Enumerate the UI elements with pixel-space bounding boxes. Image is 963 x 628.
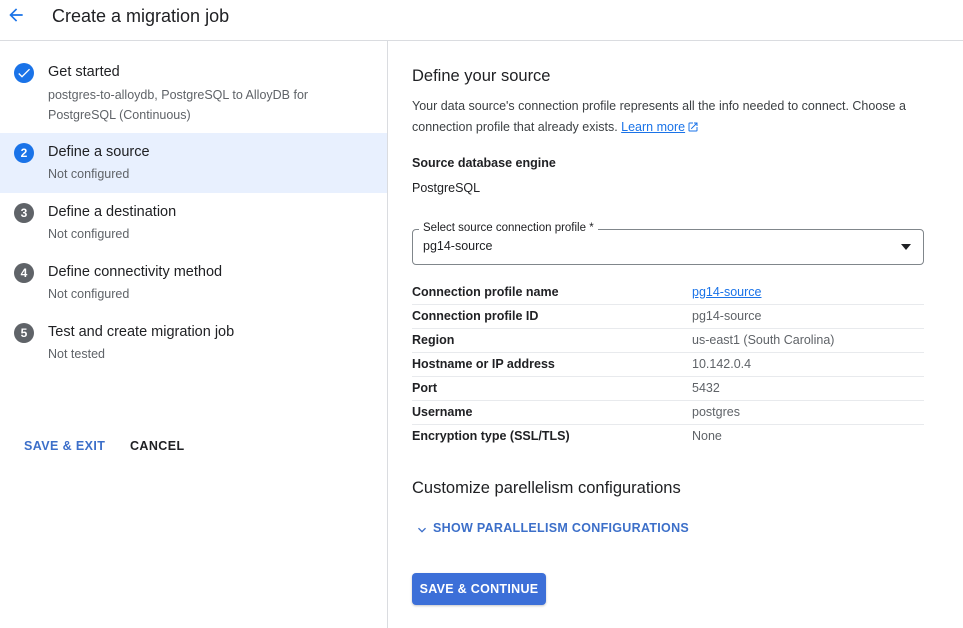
detail-value: 5432 — [692, 381, 720, 395]
step-number-badge: 5 — [14, 323, 34, 343]
chevron-down-icon — [418, 527, 426, 533]
detail-key: Port — [412, 381, 437, 395]
profile-name-link[interactable]: pg14-source — [692, 285, 762, 299]
detail-value: 10.142.0.4 — [692, 357, 752, 371]
step-title: Get started — [48, 64, 120, 80]
detail-value: us-east1 (South Carolina) — [692, 333, 835, 347]
step-subtitle: Not tested — [48, 347, 105, 361]
profile-details-table: Connection profile name pg14-source Conn… — [412, 281, 924, 449]
select-label: Select source connection profile * — [419, 222, 598, 234]
arrow-back-icon — [9, 8, 23, 22]
detail-key: Connection profile name — [412, 285, 559, 299]
show-parallelism-label: SHOW PARALLELISM CONFIGURATIONS — [433, 521, 690, 535]
step-subtitle: postgres-to-alloydb, PostgreSQL to Alloy… — [48, 88, 309, 122]
detail-value: pg14-source — [692, 309, 762, 323]
detail-key: Region — [412, 333, 455, 347]
cancel-button[interactable]: CANCEL — [130, 439, 184, 453]
engine-value: PostgreSQL — [412, 181, 481, 195]
step-title: Test and create migration job — [48, 324, 235, 340]
check-icon — [18, 68, 30, 78]
step-test-create[interactable]: 5 Test and create migration job Not test… — [0, 313, 387, 373]
step-title: Define a destination — [48, 204, 177, 220]
step-define-source[interactable]: 2 Define a source Not configured — [0, 133, 387, 193]
step-get-started[interactable]: Get started postgres-to-alloydb, Postgre… — [0, 53, 387, 133]
page-title: Create a migration job — [52, 6, 230, 26]
step-define-destination[interactable]: 3 Define a destination Not configured — [0, 193, 387, 253]
step-number-badge: 4 — [14, 263, 34, 283]
step-subtitle: Not configured — [48, 287, 130, 301]
detail-key: Hostname or IP address — [412, 357, 555, 371]
source-profile-select[interactable]: Select source connection profile * pg14-… — [412, 222, 924, 265]
table-row: Encryption type (SSL/TLS) None — [412, 425, 924, 449]
section-description: Your data source's connection profile re… — [412, 96, 932, 138]
step-title: Define a source — [48, 144, 150, 160]
table-row: Region us-east1 (South Carolina) — [412, 329, 924, 353]
table-row: Username postgres — [412, 401, 924, 425]
table-row: Hostname or IP address 10.142.0.4 — [412, 353, 924, 377]
back-button[interactable] — [4, 4, 30, 28]
save-exit-button[interactable]: SAVE & EXIT — [24, 439, 105, 453]
stepper: Get started postgres-to-alloydb, Postgre… — [0, 41, 388, 628]
engine-label: Source database engine — [412, 156, 556, 170]
detail-value: postgres — [692, 405, 740, 419]
section-title: Define your source — [412, 67, 551, 85]
external-link-icon — [688, 122, 698, 132]
table-row: Connection profile ID pg14-source — [412, 305, 924, 329]
detail-value: None — [692, 429, 722, 443]
learn-more-text: Learn more — [621, 120, 686, 134]
step-define-connectivity[interactable]: 4 Define connectivity method Not configu… — [0, 253, 387, 313]
detail-key: Encryption type (SSL/TLS) — [412, 429, 570, 443]
table-row: Connection profile name pg14-source — [412, 281, 924, 305]
step-number-badge: 2 — [14, 143, 34, 163]
dropdown-arrow-icon — [901, 244, 911, 250]
table-row: Port 5432 — [412, 377, 924, 401]
parallelism-title: Customize parellelism configurations — [412, 479, 681, 497]
detail-key: Username — [412, 405, 473, 419]
step-subtitle: Not configured — [48, 227, 130, 241]
step-done-badge — [14, 63, 34, 83]
learn-more-link[interactable]: Learn more — [621, 120, 699, 134]
save-continue-button[interactable]: SAVE & CONTINUE — [412, 573, 546, 605]
step-subtitle: Not configured — [48, 167, 130, 181]
select-value: pg14-source — [423, 239, 493, 253]
step-number-badge: 3 — [14, 203, 34, 223]
detail-key: Connection profile ID — [412, 309, 539, 323]
step-title: Define connectivity method — [48, 264, 223, 280]
main-content: Define your source Your data source's co… — [412, 0, 952, 628]
